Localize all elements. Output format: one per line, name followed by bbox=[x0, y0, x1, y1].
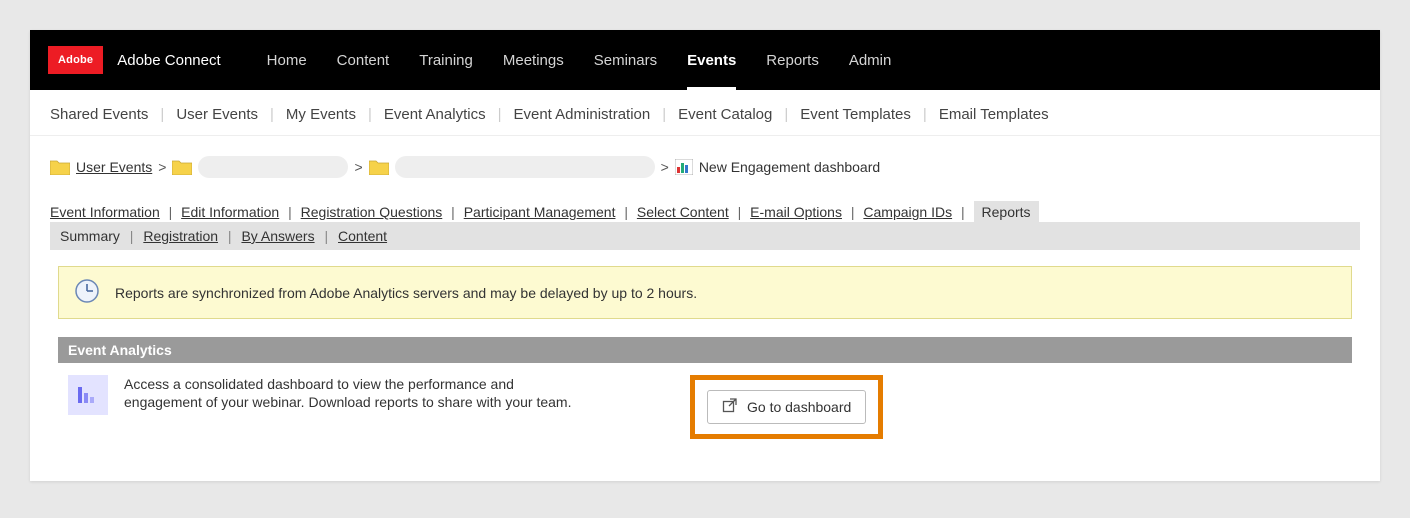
subtab-content[interactable]: Content bbox=[338, 228, 387, 244]
nav-events[interactable]: Events bbox=[687, 30, 736, 90]
nav-seminars[interactable]: Seminars bbox=[594, 30, 657, 90]
top-nav: Adobe Adobe Connect Home Content Trainin… bbox=[30, 30, 1380, 90]
analytics-bars-icon bbox=[68, 375, 108, 415]
detail-tabs: Event Information | Edit Information | R… bbox=[50, 204, 1360, 220]
subnav-my-events[interactable]: My Events bbox=[286, 106, 356, 123]
subnav-event-catalog[interactable]: Event Catalog bbox=[678, 106, 772, 123]
sync-alert: Reports are synchronized from Adobe Anal… bbox=[58, 266, 1352, 319]
content-area: User Events > > > New Engagement dashboa bbox=[30, 136, 1380, 481]
subnav-email-templates[interactable]: Email Templates bbox=[939, 106, 1049, 123]
sync-alert-text: Reports are synchronized from Adobe Anal… bbox=[115, 285, 697, 301]
tab-select-content[interactable]: Select Content bbox=[637, 204, 729, 220]
breadcrumb-sep: > bbox=[354, 159, 362, 175]
subnav-event-templates[interactable]: Event Templates bbox=[800, 106, 911, 123]
tab-participant-management[interactable]: Participant Management bbox=[464, 204, 616, 220]
nav-content[interactable]: Content bbox=[337, 30, 390, 90]
nav-items: Home Content Training Meetings Seminars … bbox=[267, 30, 892, 90]
go-to-dashboard-button[interactable]: Go to dashboard bbox=[707, 390, 866, 424]
analytics-section-body: Access a consolidated dashboard to view … bbox=[58, 363, 1352, 451]
breadcrumb-user-events[interactable]: User Events bbox=[76, 159, 152, 175]
subnav-event-administration[interactable]: Event Administration bbox=[513, 106, 650, 123]
analytics-description: Access a consolidated dashboard to view … bbox=[124, 375, 594, 411]
tab-email-options[interactable]: E-mail Options bbox=[750, 204, 842, 220]
sub-nav: Shared Events| User Events| My Events| E… bbox=[30, 90, 1380, 136]
clock-icon bbox=[73, 277, 101, 308]
analytics-section-header: Event Analytics bbox=[58, 337, 1352, 363]
tab-event-information[interactable]: Event Information bbox=[50, 204, 160, 220]
nav-admin[interactable]: Admin bbox=[849, 30, 892, 90]
subtab-by-answers[interactable]: By Answers bbox=[241, 228, 314, 244]
nav-meetings[interactable]: Meetings bbox=[503, 30, 564, 90]
subnav-user-events[interactable]: User Events bbox=[176, 106, 258, 123]
dashboard-button-highlight: Go to dashboard bbox=[690, 375, 883, 439]
chart-icon bbox=[675, 159, 693, 175]
subtab-registration[interactable]: Registration bbox=[143, 228, 218, 244]
tab-registration-questions[interactable]: Registration Questions bbox=[301, 204, 443, 220]
subnav-shared-events[interactable]: Shared Events bbox=[50, 106, 148, 123]
product-name: Adobe Connect bbox=[117, 52, 220, 69]
tab-edit-information[interactable]: Edit Information bbox=[181, 204, 279, 220]
nav-home[interactable]: Home bbox=[267, 30, 307, 90]
nav-reports[interactable]: Reports bbox=[766, 30, 819, 90]
breadcrumb-sep: > bbox=[661, 159, 669, 175]
breadcrumb-sep: > bbox=[158, 159, 166, 175]
breadcrumb-current: New Engagement dashboard bbox=[699, 159, 880, 175]
subnav-event-analytics[interactable]: Event Analytics bbox=[384, 106, 486, 123]
folder-icon bbox=[369, 159, 389, 175]
adobe-logo: Adobe bbox=[48, 46, 103, 74]
nav-training[interactable]: Training bbox=[419, 30, 473, 90]
go-to-dashboard-label: Go to dashboard bbox=[747, 399, 851, 415]
breadcrumb-redacted-2[interactable] bbox=[395, 156, 655, 178]
tab-campaign-ids[interactable]: Campaign IDs bbox=[863, 204, 952, 220]
folder-icon bbox=[50, 159, 70, 175]
tab-reports[interactable]: Reports bbox=[974, 201, 1039, 223]
report-subtabs: Summary | Registration | By Answers | Co… bbox=[50, 222, 1360, 250]
breadcrumb-redacted-1[interactable] bbox=[198, 156, 348, 178]
external-link-icon bbox=[722, 398, 737, 416]
breadcrumb: User Events > > > New Engagement dashboa bbox=[50, 156, 1360, 178]
subtab-summary[interactable]: Summary bbox=[60, 228, 120, 244]
app-frame: Adobe Adobe Connect Home Content Trainin… bbox=[30, 30, 1380, 481]
folder-icon bbox=[172, 159, 192, 175]
